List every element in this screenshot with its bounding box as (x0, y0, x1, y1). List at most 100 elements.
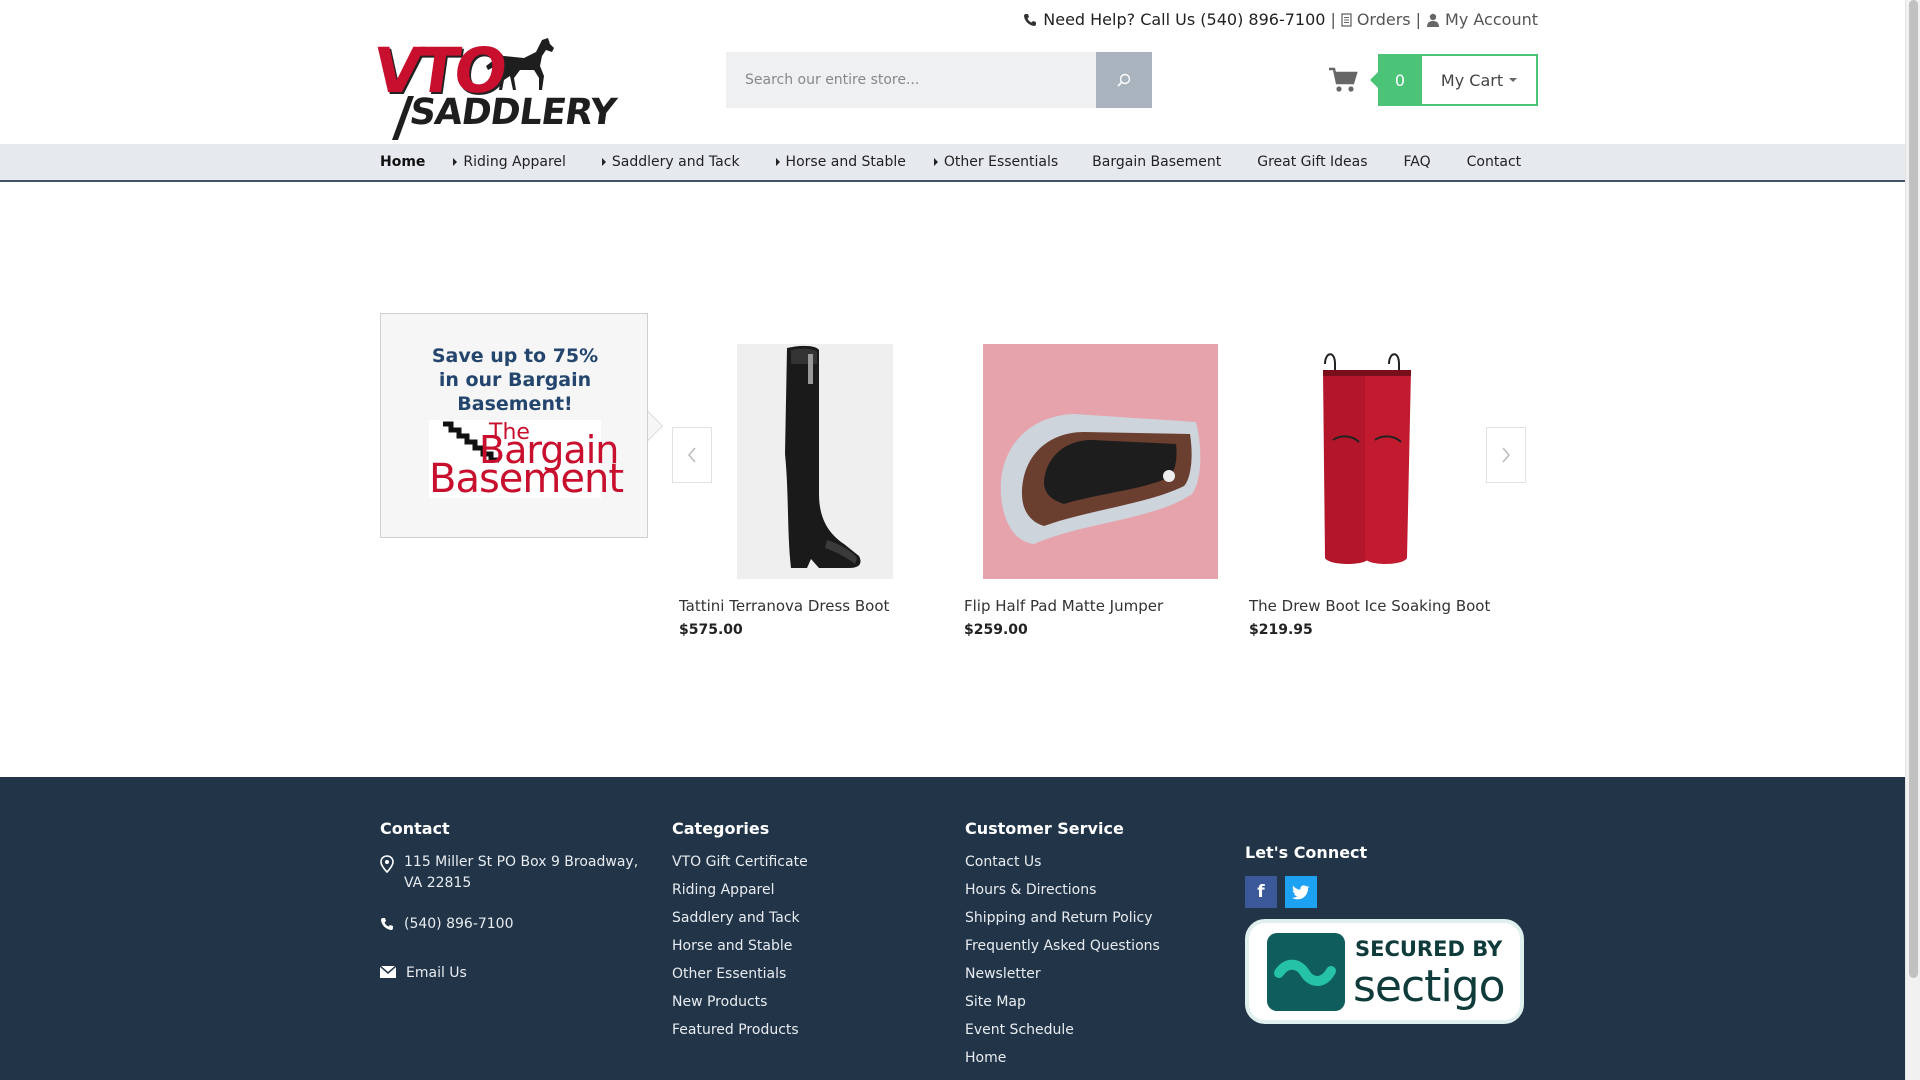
sectigo-mark-icon (1267, 933, 1345, 1011)
nav-item-label: Saddlery and Tack (611, 154, 740, 170)
map-pin-icon (380, 855, 394, 873)
footer-contact-title: Contact (380, 819, 450, 838)
nav-item-label: Horse and Stable (785, 154, 906, 170)
orders-label: Orders (1356, 10, 1411, 29)
footer-category-link[interactable]: Horse and Stable (672, 936, 808, 964)
product-card[interactable]: The Drew Boot Ice Soaking Boot $219.95 (1249, 344, 1509, 638)
promo-line-3: Basement! (457, 393, 573, 415)
nav-item-great-gift-ideas[interactable]: Great Gift Ideas (1257, 154, 1367, 170)
logo-saddlery-text: SADDLERY (407, 92, 618, 133)
envelope-icon (380, 966, 396, 978)
help-link[interactable]: Need Help? Call Us (540) 896-7100 (1023, 10, 1325, 29)
footer-service-link[interactable]: Frequently Asked Questions (965, 936, 1160, 964)
search-icon (1117, 73, 1131, 87)
search-button[interactable] (1096, 52, 1152, 108)
footer-category-link[interactable]: Other Essentials (672, 964, 808, 992)
page-scrollbar[interactable] (1905, 0, 1920, 1080)
footer-cs-title: Customer Service (965, 819, 1124, 838)
sectigo-brand-text: sectigo (1353, 961, 1506, 1012)
footer-category-link[interactable]: VTO Gift Certificate (672, 852, 808, 880)
nav-item-other-essentials[interactable]: Other Essentials (933, 154, 1059, 170)
site-header: VTO SADDLERY Need Help? Call Us (540) 89… (0, 0, 1905, 144)
footer-phone-text: (540) 896-7100 (404, 916, 514, 932)
footer-service-link[interactable]: Newsletter (965, 964, 1160, 992)
product-price: $575.00 (679, 622, 743, 638)
product-name[interactable]: Flip Half Pad Matte Jumper (964, 597, 1163, 615)
promo-arrow (648, 412, 662, 440)
phone-icon (381, 918, 393, 930)
main-navigation: Home Riding Apparel Saddlery and Tack Horse… (0, 144, 1905, 182)
footer-categories: Categories VTO Gift Certificate Riding Ap… (672, 819, 808, 1048)
user-icon (1427, 13, 1440, 27)
product-price: $219.95 (1249, 622, 1313, 638)
account-label: My Account (1445, 10, 1538, 29)
nav-item-faq[interactable]: FAQ (1404, 154, 1431, 170)
cart-widget[interactable]: 0 My Cart (1328, 54, 1538, 106)
caret-right-icon (933, 158, 938, 166)
footer-category-link[interactable]: Featured Products (672, 1020, 808, 1048)
footer-email[interactable]: Email Us (380, 963, 638, 984)
nav-item-contact[interactable]: Contact (1467, 154, 1521, 170)
scrollbar-thumb[interactable] (1909, 0, 1918, 978)
bargain-basement-promo[interactable]: Save up to 75% in our Bargain Basement! … (380, 313, 663, 538)
product-name[interactable]: Tattini Terranova Dress Boot (679, 597, 889, 615)
nav-item-label: Great Gift Ideas (1257, 154, 1368, 170)
nav-item-label: Contact (1466, 154, 1522, 170)
nav-item-label: Bargain Basement (1092, 154, 1222, 170)
half-pad-image (983, 344, 1218, 579)
footer-connect-title: Let's Connect (1245, 843, 1368, 862)
caret-right-icon (453, 158, 458, 166)
nav-item-bargain-basement[interactable]: Bargain Basement (1092, 154, 1221, 170)
shopping-cart-icon[interactable] (1328, 66, 1358, 94)
footer-contact: Contact 115 Miller St PO Box 9 Broadway,… (380, 819, 638, 984)
bargain-basement-logo: The Bargain Basement (429, 420, 624, 502)
product-name[interactable]: The Drew Boot Ice Soaking Boot (1249, 597, 1490, 615)
footer-service-link[interactable]: Event Schedule (965, 1020, 1160, 1048)
product-card[interactable]: Tattini Terranova Dress Boot $575.00 (679, 344, 939, 638)
footer-category-link[interactable]: New Products (672, 992, 808, 1020)
caret-right-icon (601, 158, 606, 166)
footer-service-link[interactable]: Contact Us (965, 852, 1160, 880)
footer-service-link[interactable]: Home (965, 1048, 1160, 1076)
sectigo-security-badge[interactable]: SECURED BY sectigo (1245, 919, 1524, 1024)
orders-link[interactable]: Orders (1341, 10, 1411, 29)
caret-down-icon (1509, 78, 1518, 82)
logo-basement-text: Basement (429, 456, 624, 502)
footer-categories-title: Categories (672, 819, 770, 838)
address-line-1: 115 Miller St PO Box 9 Broadway, (404, 854, 639, 870)
account-link[interactable]: My Account (1426, 10, 1538, 29)
promo-text: Save up to 75% in our Bargain Basement! (381, 344, 649, 416)
product-image[interactable] (1249, 344, 1509, 579)
footer-service-link[interactable]: Hours & Directions (965, 880, 1160, 908)
my-cart-label: My Cart (1440, 70, 1504, 90)
sectigo-secured-text: SECURED BY (1355, 937, 1503, 961)
footer-service-link[interactable]: Shipping and Return Policy (965, 908, 1160, 936)
dress-boot-image (737, 344, 893, 579)
footer-category-link[interactable]: Saddlery and Tack (672, 908, 808, 936)
footer-category-link[interactable]: Riding Apparel (672, 880, 808, 908)
my-cart-button[interactable]: My Cart (1422, 54, 1538, 106)
separator: | (1415, 10, 1422, 29)
twitter-icon[interactable] (1285, 876, 1317, 908)
ice-boot-image (1323, 353, 1411, 564)
top-links: Need Help? Call Us (540) 896-7100 | Orde… (1023, 10, 1538, 29)
footer-address: 115 Miller St PO Box 9 Broadway, VA 2281… (380, 852, 638, 894)
nav-item-label: Other Essentials (943, 154, 1059, 170)
site-logo[interactable]: VTO SADDLERY (369, 34, 618, 140)
product-image[interactable] (679, 344, 939, 579)
footer-service-link[interactable]: Site Map (965, 992, 1160, 1020)
nav-item-horse-and-stable[interactable]: Horse and Stable (775, 154, 906, 170)
phone-icon (1024, 13, 1037, 26)
product-price: $259.00 (964, 622, 1028, 638)
product-image[interactable] (964, 344, 1224, 579)
nav-item-saddlery-and-tack[interactable]: Saddlery and Tack (601, 154, 740, 170)
footer-phone[interactable]: (540) 896-7100 (380, 914, 638, 935)
nav-item-riding-apparel[interactable]: Riding Apparel (453, 154, 566, 170)
nav-item-label: FAQ (1403, 154, 1431, 170)
search-input[interactable] (726, 52, 1096, 108)
product-card[interactable]: Flip Half Pad Matte Jumper $259.00 (964, 344, 1224, 638)
footer-connect: Let's Connect f (1245, 843, 1367, 908)
facebook-icon[interactable]: f (1245, 876, 1277, 908)
nav-item-home[interactable]: Home (380, 154, 425, 170)
cart-count-badge[interactable]: 0 (1370, 54, 1422, 106)
